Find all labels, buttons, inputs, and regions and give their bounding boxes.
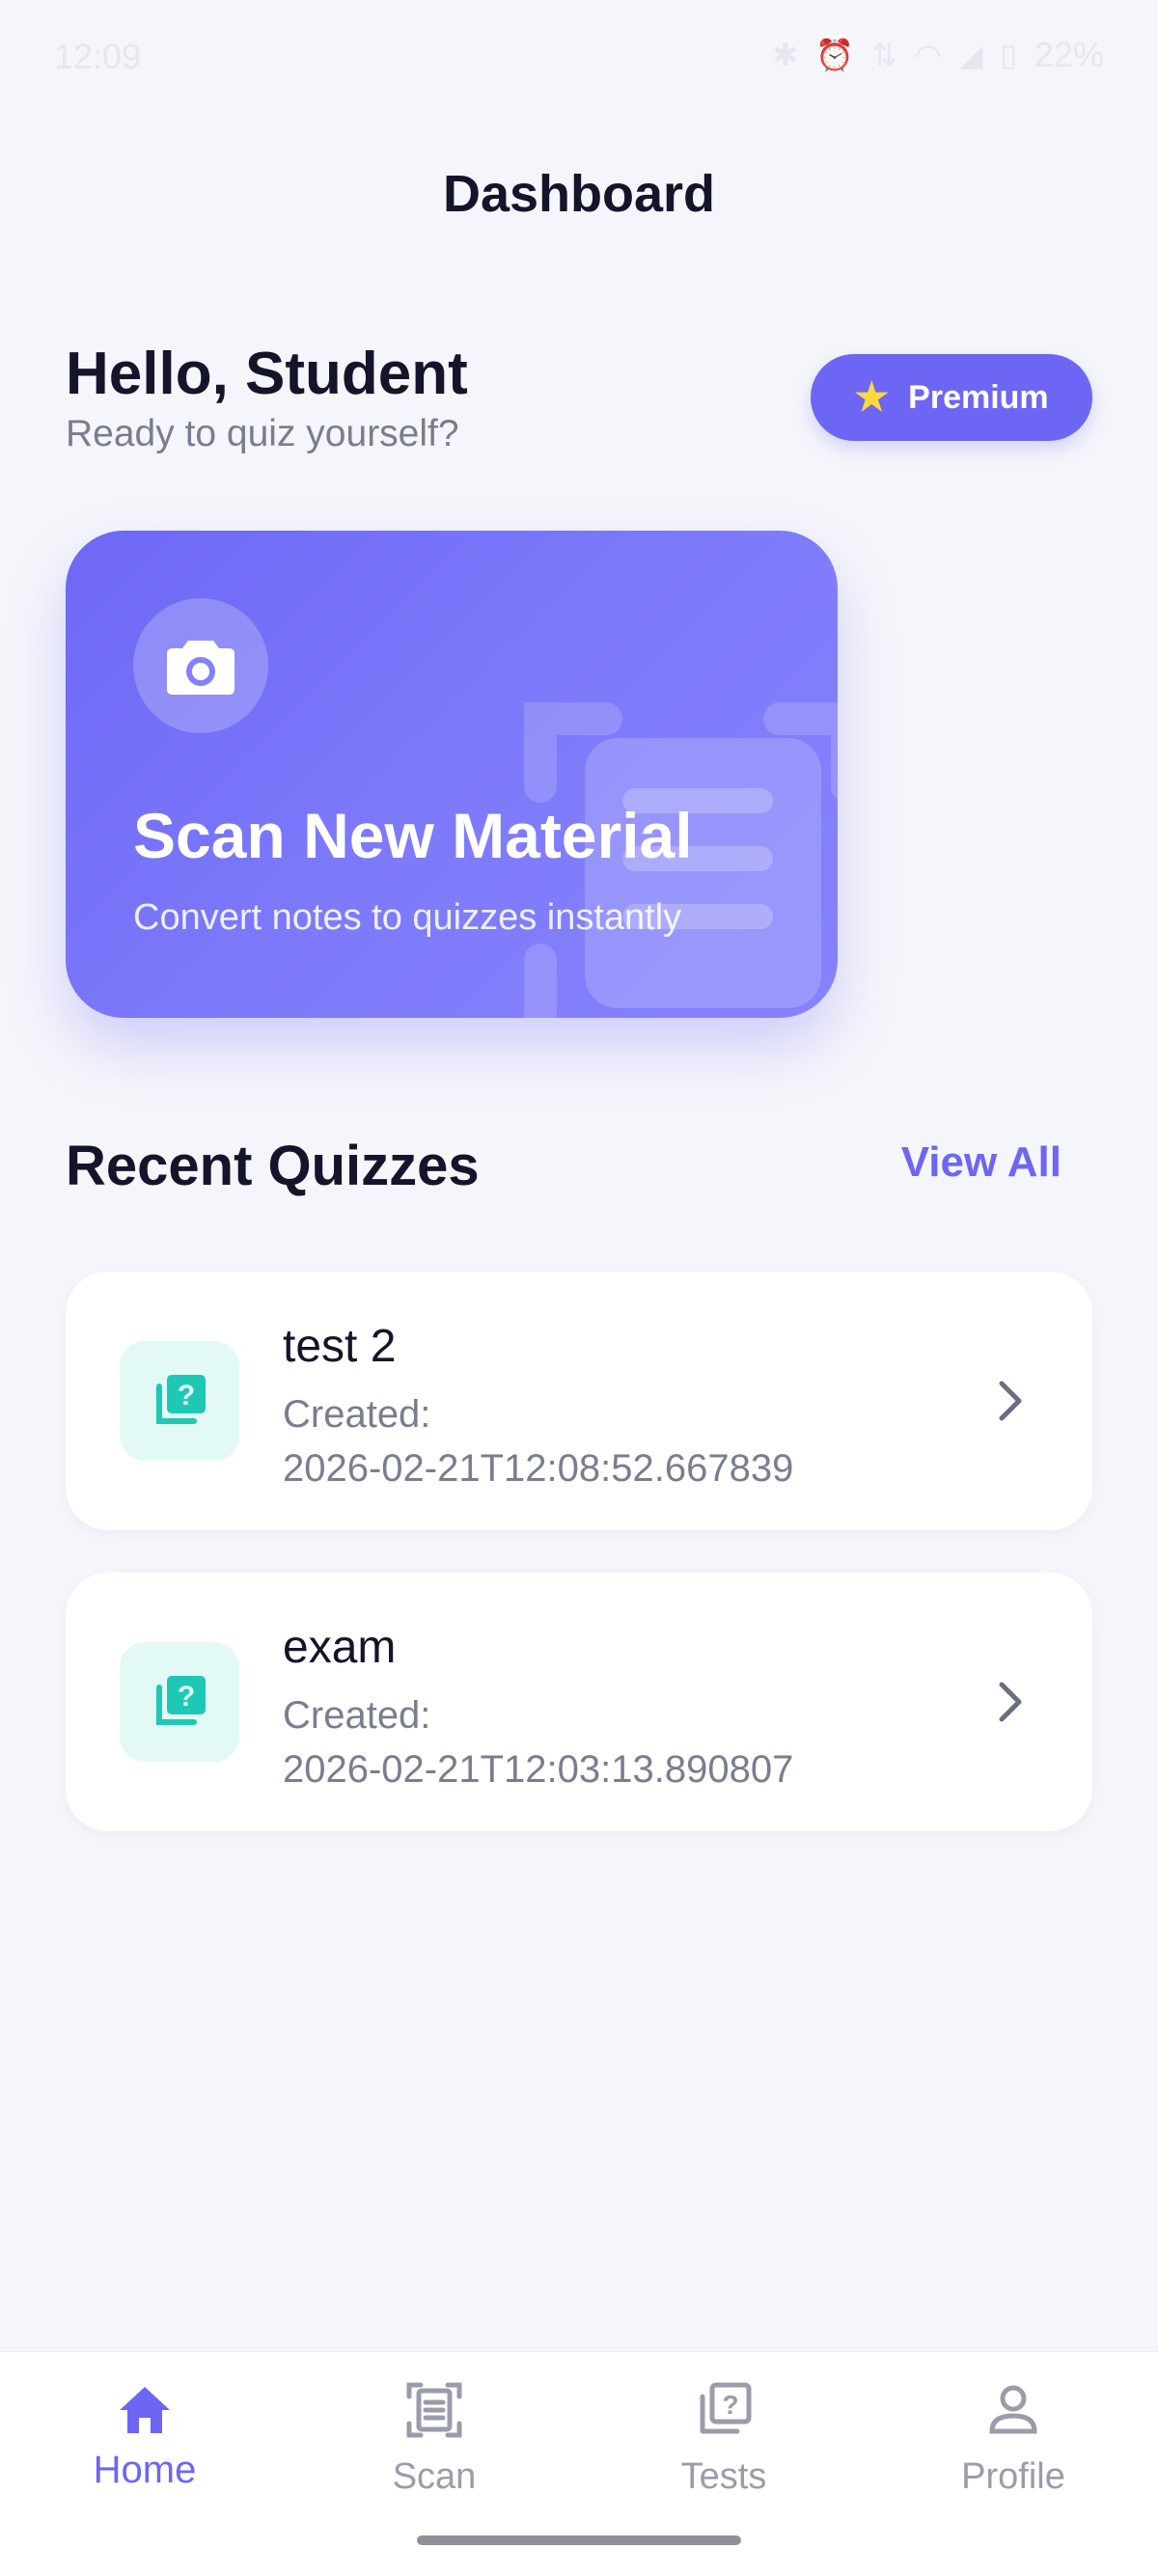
data-arrows-icon: ⇅ — [870, 38, 897, 72]
page-title: Dashboard — [442, 165, 716, 223]
signal-icon: ◢ — [958, 38, 983, 72]
home-icon — [120, 2387, 170, 2433]
battery-icon: ▯ — [1000, 38, 1017, 72]
scan-new-material-card[interactable]: Scan New Material Convert notes to quizz… — [66, 531, 838, 1018]
quiz-icon: ? — [156, 1676, 206, 1725]
quiz-created-value: 2026-02-21T12:03:13.890807 — [283, 1748, 794, 1791]
premium-label: Premium — [908, 378, 1049, 416]
quiz-icon-box: ? — [120, 1642, 239, 1762]
svg-text:?: ? — [722, 2390, 738, 2420]
svg-text:?: ? — [178, 1380, 195, 1411]
greeting-title: Hello, Student — [66, 341, 468, 407]
view-all-link[interactable]: View All — [901, 1138, 1062, 1187]
greeting-subtitle: Ready to quiz yourself? — [66, 413, 459, 454]
quiz-icon: ? — [700, 2382, 752, 2434]
quiz-created-label: Created: — [283, 1694, 431, 1737]
camera-icon — [167, 641, 234, 695]
person-icon — [989, 2385, 1037, 2434]
nav-scan-label: Scan — [392, 2456, 477, 2497]
quiz-card[interactable]: ? exam Created: 2026-02-21T12:03:13.8908… — [66, 1573, 1092, 1831]
wifi-icon: ◠ — [914, 38, 942, 72]
battery-percent: 22% — [1034, 35, 1104, 74]
quiz-card[interactable]: ? test 2 Created: 2026-02-21T12:08:52.66… — [66, 1272, 1092, 1530]
nav-home[interactable]: Home — [0, 2352, 290, 2545]
star-icon: ★ — [854, 376, 890, 419]
premium-button[interactable]: ★ Premium — [811, 354, 1092, 441]
quiz-icon: ? — [156, 1375, 206, 1424]
nav-profile-label: Profile — [961, 2456, 1065, 2497]
svg-text:?: ? — [178, 1681, 195, 1713]
nav-profile[interactable]: Profile — [868, 2352, 1158, 2545]
quiz-created-label: Created: — [283, 1393, 431, 1436]
recent-quizzes-heading: Recent Quizzes — [66, 1135, 480, 1197]
quiz-name: test 2 — [283, 1321, 397, 1372]
alarm-icon: ⏰ — [815, 38, 854, 72]
document-scan-icon — [406, 2382, 462, 2438]
chevron-right-icon — [999, 1381, 1022, 1421]
scan-card-subtitle: Convert notes to quizzes instantly — [133, 897, 682, 938]
quiz-created: Created: 2026-02-21T12:03:13.890807 — [283, 1688, 958, 1796]
quiz-created-value: 2026-02-21T12:08:52.667839 — [283, 1447, 794, 1490]
scan-card-title: Scan New Material — [133, 800, 693, 871]
nav-tests-label: Tests — [680, 2456, 767, 2497]
status-bar: 12:09 ✱ ⏰ ⇅ ◠ ◢ ▯ 22% — [0, 0, 1158, 116]
nav-home-label: Home — [93, 2449, 197, 2491]
quiz-name: exam — [283, 1622, 397, 1673]
status-icons: ✱ ⏰ ⇅ ◠ ◢ ▯ 22% — [772, 35, 1104, 75]
quiz-icon-box: ? — [120, 1341, 239, 1461]
camera-icon-circle — [133, 598, 268, 733]
home-indicator[interactable] — [417, 2535, 741, 2545]
nav-tests[interactable]: ? Tests — [579, 2352, 868, 2545]
status-time: 12:09 — [54, 37, 142, 76]
nav-scan[interactable]: Scan — [290, 2352, 579, 2545]
quiz-created: Created: 2026-02-21T12:08:52.667839 — [283, 1387, 958, 1495]
bluetooth-icon: ✱ — [772, 38, 799, 72]
chevron-right-icon — [999, 1682, 1022, 1722]
